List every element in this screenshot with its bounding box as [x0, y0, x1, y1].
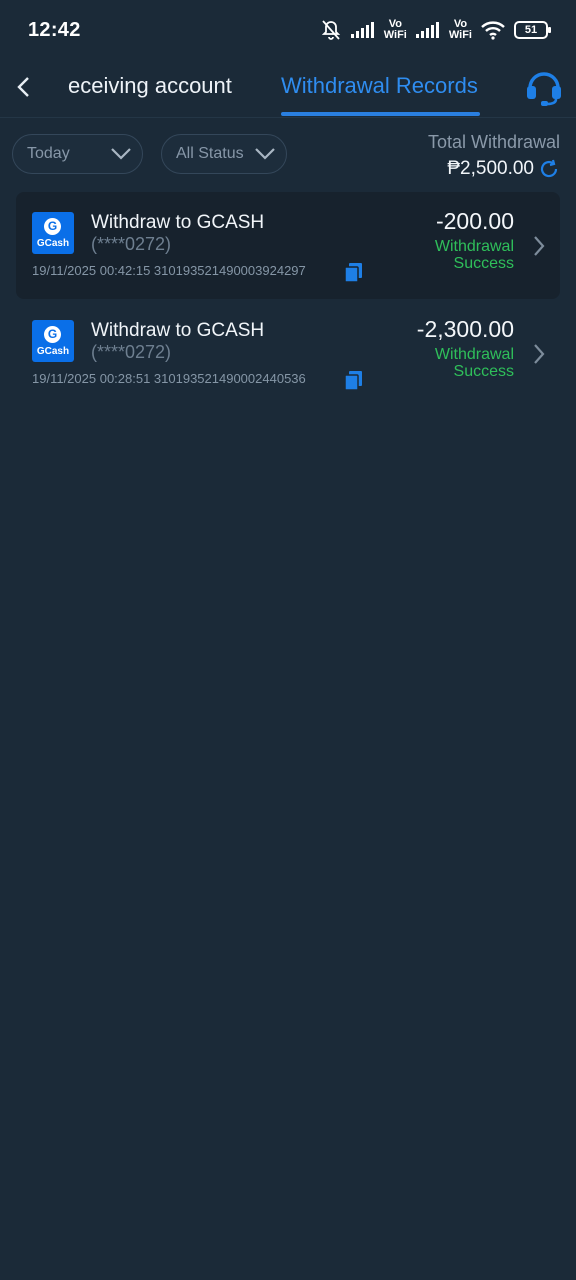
- bell-muted-icon: [321, 20, 340, 40]
- chevron-down-icon: [255, 148, 275, 160]
- total-withdrawal-label: Total Withdrawal: [427, 132, 560, 152]
- customer-support-headset-icon[interactable]: [523, 66, 565, 108]
- signal-icon: [415, 22, 439, 38]
- record-timestamp-id: 19/11/2025 00:28:51 31019352149000244053…: [32, 371, 306, 386]
- record-status: Withdrawal Success: [404, 238, 514, 272]
- battery-indicator: 51: [514, 21, 551, 39]
- gcash-logo-glyph: G: [44, 218, 61, 235]
- gcash-logo-text: GCash: [36, 346, 70, 357]
- record-account: (****0272): [91, 342, 172, 362]
- gcash-logo: G GCash: [32, 212, 74, 254]
- withdrawal-record-item[interactable]: G GCash Withdraw to GCASH (****0272) 19/…: [16, 300, 560, 407]
- date-filter-dropdown[interactable]: Today: [12, 134, 143, 174]
- record-timestamp-id: 19/11/2025 00:42:15 31019352149000392429…: [32, 263, 306, 278]
- gcash-logo-glyph: G: [44, 326, 61, 343]
- status-filter-dropdown[interactable]: All Status: [161, 134, 287, 174]
- wifi-icon: [481, 21, 505, 40]
- signal-icon: [350, 22, 374, 38]
- filter-bar: Today All Status Total Withdrawal ₱2,500…: [0, 118, 576, 188]
- record-status-line2: Success: [453, 255, 514, 272]
- chevron-right-icon: [534, 344, 545, 364]
- refresh-icon[interactable]: [538, 158, 560, 180]
- top-tab-bar: eceiving account Withdrawal Records: [0, 60, 576, 118]
- record-title: Withdraw to GCASH: [91, 212, 265, 233]
- tab-withdrawal-records[interactable]: Withdrawal Records: [281, 73, 478, 99]
- status-filter-label: All Status: [176, 145, 244, 162]
- record-status-line1: Withdrawal: [434, 238, 514, 255]
- total-withdrawal-value-row: ₱2,500.00: [447, 158, 560, 180]
- record-status-line1: Withdrawal: [434, 346, 514, 363]
- record-status: Withdrawal Success: [404, 346, 514, 380]
- back-arrow-icon[interactable]: [12, 72, 36, 102]
- vowifi-label: Vo WiFi: [383, 18, 407, 41]
- status-bar: 12:42 Vo WiFi Vo WiFi 51: [0, 0, 576, 60]
- status-icons: Vo WiFi Vo WiFi 51: [320, 18, 551, 41]
- tab-receiving-account[interactable]: eceiving account: [68, 73, 232, 99]
- copy-icon[interactable]: [343, 368, 365, 390]
- record-amount: -2,300.00: [416, 316, 514, 342]
- date-filter-label: Today: [27, 145, 70, 162]
- withdrawal-record-item[interactable]: G GCash Withdraw to GCASH (****0272) 19/…: [16, 192, 560, 299]
- vowifi-label: Vo WiFi: [448, 18, 472, 41]
- chevron-down-icon: [111, 148, 131, 160]
- record-status-line2: Success: [453, 363, 514, 380]
- record-title: Withdraw to GCASH: [91, 320, 265, 341]
- status-time: 12:42: [28, 18, 81, 41]
- active-tab-indicator: [281, 112, 480, 116]
- gcash-logo: G GCash: [32, 320, 74, 362]
- record-amount: -200.00: [435, 208, 514, 234]
- total-withdrawal-amount: ₱2,500.00: [447, 158, 534, 179]
- copy-icon[interactable]: [343, 260, 365, 282]
- gcash-logo-text: GCash: [36, 238, 70, 249]
- chevron-right-icon: [534, 236, 545, 256]
- record-account: (****0272): [91, 234, 172, 254]
